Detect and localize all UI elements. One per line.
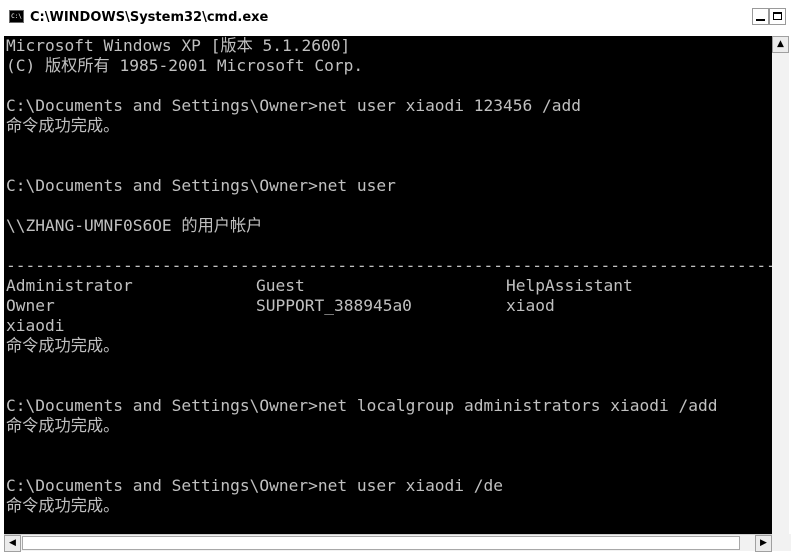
minimize-button[interactable]	[752, 8, 769, 25]
horizontal-scrollbar[interactable]: ◀ ▶	[4, 534, 772, 552]
user-name: Guest	[256, 276, 305, 295]
maximize-icon	[773, 12, 782, 20]
console-line: 命令成功完成。	[6, 416, 120, 435]
console-line: C:\Documents and Settings\Owner>net user…	[6, 96, 581, 115]
console-line: 命令成功完成。	[6, 116, 120, 135]
console-line: C:\Documents and Settings\Owner>net loca…	[6, 396, 718, 415]
scroll-left-arrow-icon[interactable]: ◀	[4, 535, 21, 552]
console-line: \\ZHANG-UMNF0S6OE 的用户帐户	[6, 216, 263, 235]
scrollbar-corner	[772, 534, 791, 551]
minimize-icon	[756, 19, 765, 21]
console-line: 命令成功完成。	[6, 336, 120, 355]
horizontal-scroll-thumb[interactable]	[22, 536, 740, 550]
user-name: xiaod	[506, 296, 555, 315]
user-name: SUPPORT_388945a0	[256, 296, 412, 315]
scroll-right-arrow-icon[interactable]: ▶	[755, 535, 772, 552]
vertical-scrollbar[interactable]: ▲	[772, 36, 789, 534]
separator-line: ----------------------------------------…	[6, 256, 776, 275]
title-bar[interactable]: C:\ C:\WINDOWS\System32\cmd.exe	[0, 0, 791, 36]
console-line: xiaodi	[6, 316, 65, 335]
user-name: Administrator	[6, 276, 133, 295]
console-lines: Microsoft Windows XP [版本 5.1.2600] (C) 版…	[6, 36, 785, 516]
user-table-row: Administrator Guest HelpAssistant	[6, 276, 785, 296]
console-line: Microsoft Windows XP [版本 5.1.2600]	[6, 36, 351, 55]
console-line: C:\Documents and Settings\Owner>net user…	[6, 476, 504, 495]
user-table-row: Owner SUPPORT_388945a0 xiaod	[6, 296, 785, 316]
window-title: C:\WINDOWS\System32\cmd.exe	[30, 10, 269, 25]
scroll-up-arrow-icon[interactable]: ▲	[772, 36, 789, 53]
console-line: C:\Documents and Settings\Owner>net user	[6, 176, 396, 195]
user-name: Owner	[6, 296, 55, 315]
cmd-icon[interactable]: C:\	[9, 10, 24, 23]
user-name: HelpAssistant	[506, 276, 633, 295]
console-output[interactable]: Microsoft Windows XP [版本 5.1.2600] (C) 版…	[4, 36, 785, 534]
console-line: 命令成功完成。	[6, 496, 120, 515]
maximize-button[interactable]	[769, 8, 786, 25]
console-line: (C) 版权所有 1985-2001 Microsoft Corp.	[6, 56, 364, 75]
